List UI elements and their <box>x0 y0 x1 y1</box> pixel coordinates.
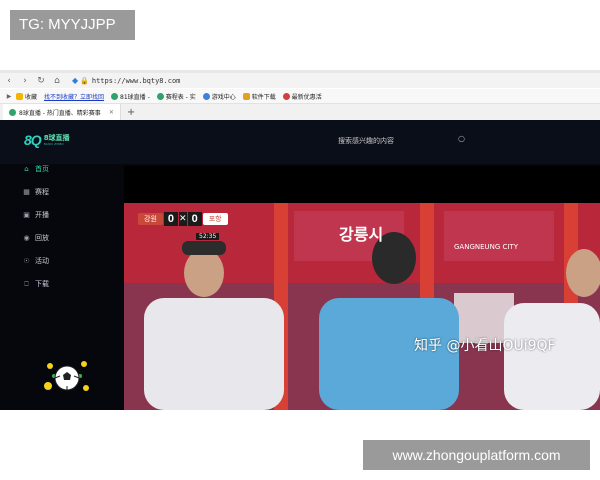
url-text[interactable]: https://www.bqty8.com <box>92 77 181 85</box>
bookmark-label: 收藏 <box>25 93 38 101</box>
search-icon[interactable]: ○ <box>458 134 465 143</box>
game-icon <box>202 92 210 100</box>
activity-icon: ☉ <box>23 257 30 265</box>
bookmark-label: 找不到收藏？立即找回 <box>44 93 105 101</box>
tab-strip: 8球直播 - 热门直播、精彩赛事 ✕ + <box>0 104 600 120</box>
broadcast-icon: ▣ <box>23 211 30 219</box>
sidebar-item-label: 开播 <box>35 211 49 219</box>
video-frame[interactable]: 강원 0 ✕ 0 포항 52:35 강릉시 GANGNEUNG CITY 知乎 … <box>124 203 600 410</box>
site-header: 8Q 8球直播 BAQIU ZHIBO 搜索感兴趣的内容 ○ <box>0 120 600 164</box>
bookmark-label: 游戏中心 <box>211 93 236 101</box>
replay-icon: ◉ <box>23 234 30 242</box>
sidebar-item-label: 下载 <box>35 280 49 288</box>
footer-label: www.zhongouplatform.com <box>363 440 590 470</box>
download-icon: ⎕ <box>24 279 29 288</box>
bookmark-item[interactable]: 找不到收藏？立即找回 <box>44 92 104 101</box>
sidebar-item-broadcast[interactable]: ▣ 开播 <box>22 210 49 220</box>
away-score: 0 <box>187 212 202 226</box>
browser-toolbar: ‹ › ↻ ⌂ ◆ 🔒 https://www.bqty8.com <box>0 70 600 88</box>
bookmark-label: 软件下载 <box>251 93 276 101</box>
bookmark-label: 81球直播 - <box>120 93 150 101</box>
watermark: 知乎 @小看山OUi9QF <box>414 338 556 354</box>
sidebar-item-download[interactable]: ⎕ 下载 <box>22 279 49 289</box>
site-icon <box>156 92 164 100</box>
star-icon <box>16 92 23 100</box>
match-clock: 52:35 <box>196 233 220 240</box>
lock-icon: 🔒 <box>80 76 89 85</box>
shield-icon: ◆ <box>72 76 79 85</box>
site-icon <box>111 92 119 100</box>
video-letterbox <box>124 166 600 203</box>
bookmark-item[interactable]: 游戏中心 <box>202 92 236 101</box>
video-player[interactable]: 강원 0 ✕ 0 포항 52:35 강릉시 GANGNEUNG CITY 知乎 … <box>124 166 600 410</box>
close-icon[interactable]: ✕ <box>109 109 114 116</box>
search-input[interactable]: 搜索感兴趣的内容 <box>338 136 394 146</box>
tg-label: TG: MYYJJPP <box>10 10 135 40</box>
bookmark-label: 最新优惠活 <box>291 93 322 101</box>
sidebar-item-label: 活动 <box>35 257 49 265</box>
bookmark-item[interactable]: 最新优惠活 <box>282 92 322 101</box>
logo-mark: 8Q <box>24 132 42 148</box>
tab-title: 8球直播 - 热门直播、精彩赛事 <box>19 109 101 117</box>
tab-active[interactable]: 8球直播 - 热门直播、精彩赛事 ✕ <box>3 104 121 120</box>
bookmark-label: 赛程表 - 实 <box>165 93 196 101</box>
sidebar-item-label: 首页 <box>35 165 49 173</box>
bookmark-item[interactable]: 81球直播 - <box>111 92 150 101</box>
banner-text: 강릉시 <box>339 225 384 244</box>
back-icon[interactable]: ‹ <box>2 76 16 86</box>
home-icon: ⌂ <box>24 165 29 173</box>
away-team: 포항 <box>202 213 228 225</box>
site-page: 8Q 8球直播 BAQIU ZHIBO 搜索感兴趣的内容 ○ ⌂ 首页 ▦ 赛程… <box>0 120 600 410</box>
home-score: 0 <box>163 212 179 226</box>
bookmark-item[interactable]: 收藏 <box>16 92 37 101</box>
logo-text: 8球直播 <box>43 134 70 142</box>
reload-icon[interactable]: ↻ <box>34 76 48 86</box>
home-team: 강원 <box>138 213 163 225</box>
sidebar-item-schedule[interactable]: ▦ 赛程 <box>22 187 49 197</box>
bookmarks-toggle-icon[interactable]: ▶ <box>2 93 16 100</box>
sidebar-item-label: 赛程 <box>35 188 49 196</box>
site-icon <box>9 108 16 116</box>
site-logo[interactable]: 8Q 8球直播 BAQIU ZHIBO <box>24 132 70 148</box>
calendar-icon: ▦ <box>23 188 30 196</box>
promo-icon <box>282 92 290 100</box>
new-tab-button[interactable]: + <box>127 107 135 118</box>
promo-banner[interactable] <box>40 356 94 396</box>
sidebar-item-replay[interactable]: ◉ 回放 <box>22 233 49 243</box>
banner-subtext: GANGNEUNG CITY <box>454 243 519 251</box>
folder-icon <box>242 92 250 100</box>
sidebar-item-activity[interactable]: ☉ 活动 <box>22 256 49 266</box>
sidebar-item-home[interactable]: ⌂ 首页 <box>22 164 49 174</box>
score-separator-icon: ✕ <box>179 212 187 226</box>
sidebar-item-label: 回放 <box>35 234 49 242</box>
forward-icon[interactable]: › <box>18 76 32 86</box>
soccer-ball-icon <box>44 361 89 391</box>
bookmark-item[interactable]: 软件下载 <box>242 92 276 101</box>
home-icon[interactable]: ⌂ <box>50 76 64 86</box>
bookmarks-bar: ▶ 收藏 找不到收藏？立即找回 81球直播 - 赛程表 - 实 游戏中心 软件下… <box>0 89 600 104</box>
scoreboard: 강원 0 ✕ 0 포항 52:35 <box>138 211 254 240</box>
bookmark-item[interactable]: 赛程表 - 实 <box>156 92 196 101</box>
address-bar[interactable]: ◆ 🔒 https://www.bqty8.com <box>70 76 180 85</box>
logo-subtext: BAQIU ZHIBO <box>43 142 64 146</box>
